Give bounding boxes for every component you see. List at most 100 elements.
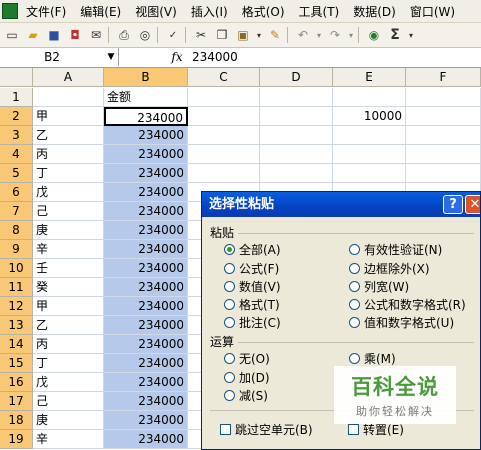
row-header[interactable]: 1 bbox=[0, 88, 33, 107]
autosum-icon[interactable]: Σ bbox=[386, 26, 404, 44]
cell-d5[interactable] bbox=[260, 164, 333, 183]
row-header[interactable]: 6 bbox=[0, 183, 33, 202]
excel-app-icon[interactable] bbox=[2, 3, 18, 19]
operation-option-subtract[interactable]: 减(S) bbox=[224, 387, 268, 404]
formula-input[interactable]: 234000 bbox=[192, 48, 238, 66]
cell-e1[interactable] bbox=[333, 88, 406, 107]
cell-b4[interactable]: 234000 bbox=[104, 145, 188, 164]
cell-d3[interactable] bbox=[260, 126, 333, 145]
row-header[interactable]: 14 bbox=[0, 335, 33, 354]
save-icon[interactable]: ■ bbox=[45, 26, 63, 44]
cell-b13[interactable]: 234000 bbox=[104, 316, 188, 335]
cell-d4[interactable] bbox=[260, 145, 333, 164]
column-header-b[interactable]: B bbox=[104, 68, 188, 87]
paste-option-formulas-number-formats[interactable]: 公式和数字格式(R) bbox=[349, 296, 466, 313]
menu-edit[interactable]: 编辑(E) bbox=[80, 3, 121, 20]
hyperlink-icon[interactable]: ◉ bbox=[365, 26, 383, 44]
row-header[interactable]: 16 bbox=[0, 373, 33, 392]
paste-option-validation[interactable]: 有效性验证(N) bbox=[349, 241, 442, 258]
cell-b8[interactable]: 234000 bbox=[104, 221, 188, 240]
cell-b19[interactable]: 234000 bbox=[104, 430, 188, 449]
cell-a17[interactable]: 己 bbox=[33, 392, 104, 411]
row-header[interactable]: 13 bbox=[0, 316, 33, 335]
cell-e4[interactable] bbox=[333, 145, 406, 164]
operation-option-multiply[interactable]: 乘(M) bbox=[349, 350, 396, 367]
cell-b2[interactable]: 234000 bbox=[104, 107, 188, 126]
cell-b14[interactable]: 234000 bbox=[104, 335, 188, 354]
name-box[interactable]: B2 ▼ bbox=[0, 48, 119, 66]
cell-b7[interactable]: 234000 bbox=[104, 202, 188, 221]
cell-a5[interactable]: 丁 bbox=[33, 164, 104, 183]
menu-view[interactable]: 视图(V) bbox=[135, 3, 177, 20]
row-header[interactable]: 15 bbox=[0, 354, 33, 373]
open-icon[interactable]: ▰ bbox=[24, 26, 42, 44]
cell-e3[interactable] bbox=[333, 126, 406, 145]
menu-format[interactable]: 格式(O) bbox=[242, 3, 285, 20]
insert-function-icon[interactable]: fx bbox=[168, 48, 186, 66]
cell-f3[interactable] bbox=[406, 126, 481, 145]
cell-b18[interactable]: 234000 bbox=[104, 411, 188, 430]
row-header[interactable]: 10 bbox=[0, 259, 33, 278]
menu-insert[interactable]: 插入(I) bbox=[191, 3, 228, 20]
cell-b11[interactable]: 234000 bbox=[104, 278, 188, 297]
email-icon[interactable]: ✉ bbox=[87, 26, 105, 44]
cell-f2[interactable] bbox=[406, 107, 481, 126]
name-box-dropdown-icon[interactable]: ▼ bbox=[104, 52, 118, 62]
cell-b17[interactable]: 234000 bbox=[104, 392, 188, 411]
menu-file[interactable]: 文件(F) bbox=[26, 3, 66, 20]
format-painter-icon[interactable]: ✎ bbox=[266, 26, 284, 44]
redo-icon[interactable]: ↷ bbox=[326, 26, 344, 44]
cell-a12[interactable]: 甲 bbox=[33, 297, 104, 316]
cell-b1[interactable]: 金额 bbox=[104, 88, 188, 107]
select-all-corner[interactable] bbox=[0, 68, 33, 87]
print-preview-icon[interactable]: ◎ bbox=[136, 26, 154, 44]
print-icon[interactable]: ⎙ bbox=[115, 26, 133, 44]
menu-window[interactable]: 窗口(W) bbox=[410, 3, 455, 20]
cell-a4[interactable]: 丙 bbox=[33, 145, 104, 164]
row-header[interactable]: 19 bbox=[0, 430, 33, 449]
undo-dropdown-icon[interactable]: ▾ bbox=[315, 26, 323, 44]
cell-a14[interactable]: 丙 bbox=[33, 335, 104, 354]
row-header[interactable]: 7 bbox=[0, 202, 33, 221]
dialog-title-bar[interactable]: 选择性粘贴 ? ✕ bbox=[202, 192, 480, 217]
cell-e5[interactable] bbox=[333, 164, 406, 183]
cell-b15[interactable]: 234000 bbox=[104, 354, 188, 373]
redo-dropdown-icon[interactable]: ▾ bbox=[347, 26, 355, 44]
cell-b10[interactable]: 234000 bbox=[104, 259, 188, 278]
cut-icon[interactable]: ✂ bbox=[192, 26, 210, 44]
cell-b9[interactable]: 234000 bbox=[104, 240, 188, 259]
cell-a19[interactable]: 辛 bbox=[33, 430, 104, 449]
cell-f4[interactable] bbox=[406, 145, 481, 164]
row-header[interactable]: 18 bbox=[0, 411, 33, 430]
cell-a18[interactable]: 庚 bbox=[33, 411, 104, 430]
cell-a8[interactable]: 庚 bbox=[33, 221, 104, 240]
cell-a13[interactable]: 乙 bbox=[33, 316, 104, 335]
cell-a1[interactable] bbox=[33, 88, 104, 107]
cell-a3[interactable]: 乙 bbox=[33, 126, 104, 145]
row-header[interactable]: 9 bbox=[0, 240, 33, 259]
copy-icon[interactable]: ❐ bbox=[213, 26, 231, 44]
cell-b16[interactable]: 234000 bbox=[104, 373, 188, 392]
cell-d2[interactable] bbox=[260, 107, 333, 126]
cell-b5[interactable]: 234000 bbox=[104, 164, 188, 183]
cell-a6[interactable]: 戊 bbox=[33, 183, 104, 202]
cell-a2[interactable]: 甲 bbox=[33, 107, 104, 126]
cell-c5[interactable] bbox=[188, 164, 260, 183]
paste-icon[interactable]: ▣ bbox=[234, 26, 252, 44]
name-box-value[interactable]: B2 bbox=[0, 50, 104, 64]
paste-option-all[interactable]: 全部(A) bbox=[224, 241, 281, 258]
cell-c3[interactable] bbox=[188, 126, 260, 145]
paste-option-values-number-formats[interactable]: 值和数字格式(U) bbox=[349, 314, 454, 331]
paste-option-values[interactable]: 数值(V) bbox=[224, 278, 281, 295]
row-header[interactable]: 17 bbox=[0, 392, 33, 411]
cell-c2[interactable] bbox=[188, 107, 260, 126]
cell-d1[interactable] bbox=[260, 88, 333, 107]
menu-tools[interactable]: 工具(T) bbox=[299, 3, 340, 20]
skip-blanks-checkbox[interactable]: 跳过空单元(B) bbox=[220, 421, 313, 438]
permission-icon[interactable]: ◘ bbox=[66, 26, 84, 44]
row-header[interactable]: 2 bbox=[0, 107, 33, 126]
undo-icon[interactable]: ↶ bbox=[294, 26, 312, 44]
cell-f5[interactable] bbox=[406, 164, 481, 183]
cell-b3[interactable]: 234000 bbox=[104, 126, 188, 145]
cell-a11[interactable]: 癸 bbox=[33, 278, 104, 297]
